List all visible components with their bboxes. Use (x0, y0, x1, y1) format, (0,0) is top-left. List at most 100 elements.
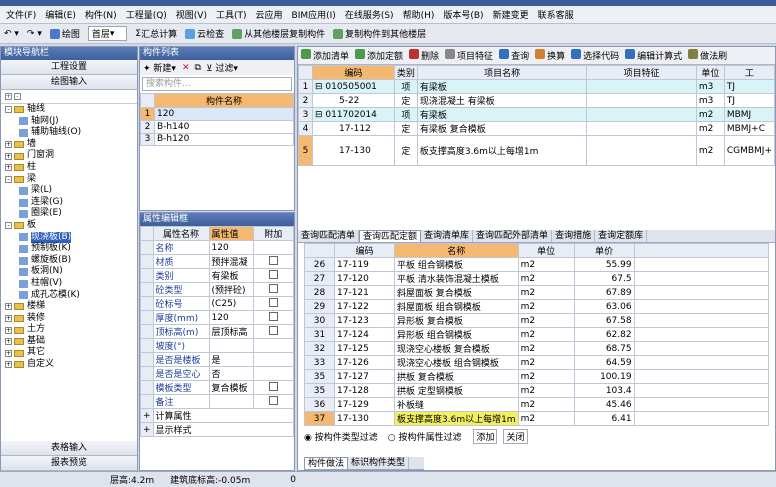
q-code-cell[interactable]: 17-128 (334, 383, 395, 398)
extra-checkbox[interactable] (268, 269, 278, 279)
q-code-cell[interactable]: 17-123 (334, 313, 395, 328)
q-unit-cell[interactable]: m2 (517, 383, 575, 398)
redo-button[interactable]: ↷ ▾ (27, 29, 42, 39)
list-tool-6[interactable]: 选择代码 (571, 49, 619, 62)
code-cell[interactable]: 5-22 (311, 93, 395, 108)
method-row[interactable]: 3 ⊟ 011702014 项有梁板 m2 MBMJ (298, 107, 776, 122)
tree-item[interactable]: + 门窗洞 (3, 150, 137, 162)
name-cell[interactable]: 现浇混凝土 有梁板 (416, 93, 588, 108)
row-expand[interactable] (140, 240, 154, 255)
q-code-cell[interactable]: 17-130 (334, 411, 395, 426)
unit-cell[interactable]: m2 (695, 107, 725, 122)
bottom-tab-0[interactable]: 构件做法 (304, 457, 349, 469)
query-tab-0[interactable]: 查询匹配清单 (298, 230, 360, 242)
row-expand[interactable] (140, 268, 154, 283)
list-tool-8[interactable]: 做法刷 (688, 49, 727, 62)
q-unit-cell[interactable]: m2 (517, 327, 575, 342)
tree-item[interactable]: 预制板(K) (3, 243, 137, 255)
q-code-cell[interactable]: 17-124 (334, 327, 395, 342)
unit-cell[interactable]: m3 (695, 79, 725, 94)
property-value[interactable]: 否 (208, 366, 254, 381)
table-input-button[interactable]: 表格输入 (1, 441, 137, 456)
close-button[interactable]: 关闭 (503, 428, 528, 444)
list-tool-0[interactable]: 添加清单 (301, 49, 349, 62)
expand-toggle-icon[interactable]: + (5, 349, 12, 357)
query-tab-5[interactable]: 查询定额库 (595, 230, 648, 242)
q-code-cell[interactable]: 17-119 (334, 257, 395, 272)
expand-toggle-icon[interactable]: - (5, 175, 12, 183)
q-code-cell[interactable]: 17-127 (334, 369, 395, 384)
tree-item[interactable]: + 楼梯 (3, 301, 137, 313)
menu-item-0[interactable]: 文件(F) (6, 8, 36, 21)
property-value[interactable]: 有梁板 (208, 268, 254, 283)
menu-item-4[interactable]: 视图(V) (176, 8, 207, 21)
menu-item-7[interactable]: BIM应用(I) (292, 8, 336, 21)
extra-checkbox[interactable] (268, 283, 278, 293)
query-row[interactable]: 32 17-125 现浇空心楼板 复合模板 m2 68.75 (304, 341, 770, 356)
q-name-cell[interactable]: 板支撑高度3.6m以上每增1m (394, 411, 519, 426)
row-expand[interactable] (140, 352, 154, 367)
code-cell[interactable]: 17-130 (311, 135, 395, 166)
name-cell[interactable]: 板支撑高度3.6m以上每增1m (416, 135, 588, 166)
component-row[interactable]: 2 B-h140 (140, 119, 294, 134)
code-cell[interactable]: 17-112 (311, 121, 395, 136)
extra-checkbox[interactable] (268, 255, 278, 265)
expand-toggle-icon[interactable]: - (5, 106, 12, 114)
q-name-cell[interactable]: 异形板 复合模板 (394, 313, 519, 328)
feat-cell[interactable] (586, 79, 697, 94)
unit-cell[interactable]: m3 (695, 93, 725, 108)
add-button[interactable]: 添加 (473, 428, 498, 444)
q-name-cell[interactable]: 斜屋面板 复合模板 (394, 285, 519, 300)
new-button[interactable]: ✦ 新建▾ (143, 61, 176, 74)
collapse-icon[interactable]: ⊟ (315, 82, 325, 92)
tree-item[interactable]: + 基础 (3, 336, 137, 348)
type-cell[interactable]: 定 (393, 135, 418, 166)
unit-cell[interactable]: m2 (695, 121, 725, 136)
method-row[interactable]: 4 17-112 定有梁板 复合模板 m2 MBMJ+C (298, 121, 776, 136)
q-unit-cell[interactable]: m2 (517, 369, 575, 384)
query-row[interactable]: 35 17-128 拱板 定型钢模板 m2 103.4 (304, 383, 770, 398)
property-value[interactable]: 是 (208, 352, 254, 367)
tree-item[interactable]: 连梁(G) (3, 197, 137, 209)
tree-item[interactable]: 螺旋板(B) (3, 255, 137, 267)
row-expand[interactable] (140, 254, 154, 269)
delete-icon[interactable]: ✕ (182, 63, 190, 73)
menu-item-3[interactable]: 工程量(Q) (126, 8, 167, 21)
collapse-icon[interactable]: ⊟ (315, 110, 325, 120)
q-code-cell[interactable]: 17-126 (334, 355, 395, 370)
query-row[interactable]: 35 17-127 拱板 复合模板 m2 100.19 (304, 369, 770, 384)
row-expand[interactable] (140, 310, 154, 325)
search-input[interactable]: 搜索构件... (142, 77, 292, 91)
menu-item-10[interactable]: 版本号(B) (443, 8, 483, 21)
property-value[interactable]: (预拌砼) (208, 282, 254, 297)
expand-toggle-icon[interactable]: + (5, 303, 12, 311)
property-value[interactable]: 层顶标高 (208, 324, 254, 339)
feat-cell[interactable] (586, 93, 697, 108)
tree-item[interactable]: - 轴线 (3, 104, 137, 116)
feat-cell[interactable] (586, 107, 697, 122)
expand-toggle-icon[interactable]: + (5, 141, 12, 149)
undo-button[interactable]: ↶ ▾ (4, 29, 19, 39)
row-expand[interactable] (140, 394, 154, 409)
q-unit-cell[interactable]: m2 (517, 313, 575, 328)
q-name-cell[interactable]: 斜屋面板 组合钢模板 (394, 299, 519, 314)
q-name-cell[interactable]: 拱板 定型钢模板 (394, 383, 519, 398)
tree-item[interactable]: 板洞(N) (3, 266, 137, 278)
extra-checkbox[interactable] (268, 311, 278, 321)
copy-from-floor-button[interactable]: 从其他楼层复制构件 (232, 27, 325, 40)
q-price-cell[interactable]: 67.89 (573, 285, 635, 300)
extra-checkbox[interactable] (268, 381, 278, 391)
menu-item-6[interactable]: 云应用 (256, 8, 283, 21)
x-cell[interactable]: TJ (723, 93, 776, 108)
component-row[interactable]: 1 120 (140, 107, 294, 121)
copy-icon[interactable]: ⧉ (195, 63, 201, 73)
project-settings-button[interactable]: 工程设置 (1, 60, 137, 75)
list-tool-3[interactable]: 项目特征 (445, 49, 493, 62)
copy-to-floor-button[interactable]: 复制构件到其他楼层 (333, 27, 426, 40)
tree-item[interactable]: + 柱 (3, 162, 137, 174)
menu-item-2[interactable]: 构件(N) (85, 8, 117, 21)
query-row[interactable]: 33 17-126 现浇空心楼板 组合钢模板 m2 64.59 (304, 355, 770, 370)
q-code-cell[interactable]: 17-125 (334, 341, 395, 356)
q-code-cell[interactable]: 17-122 (334, 299, 395, 314)
q-unit-cell[interactable]: m2 (517, 341, 575, 356)
